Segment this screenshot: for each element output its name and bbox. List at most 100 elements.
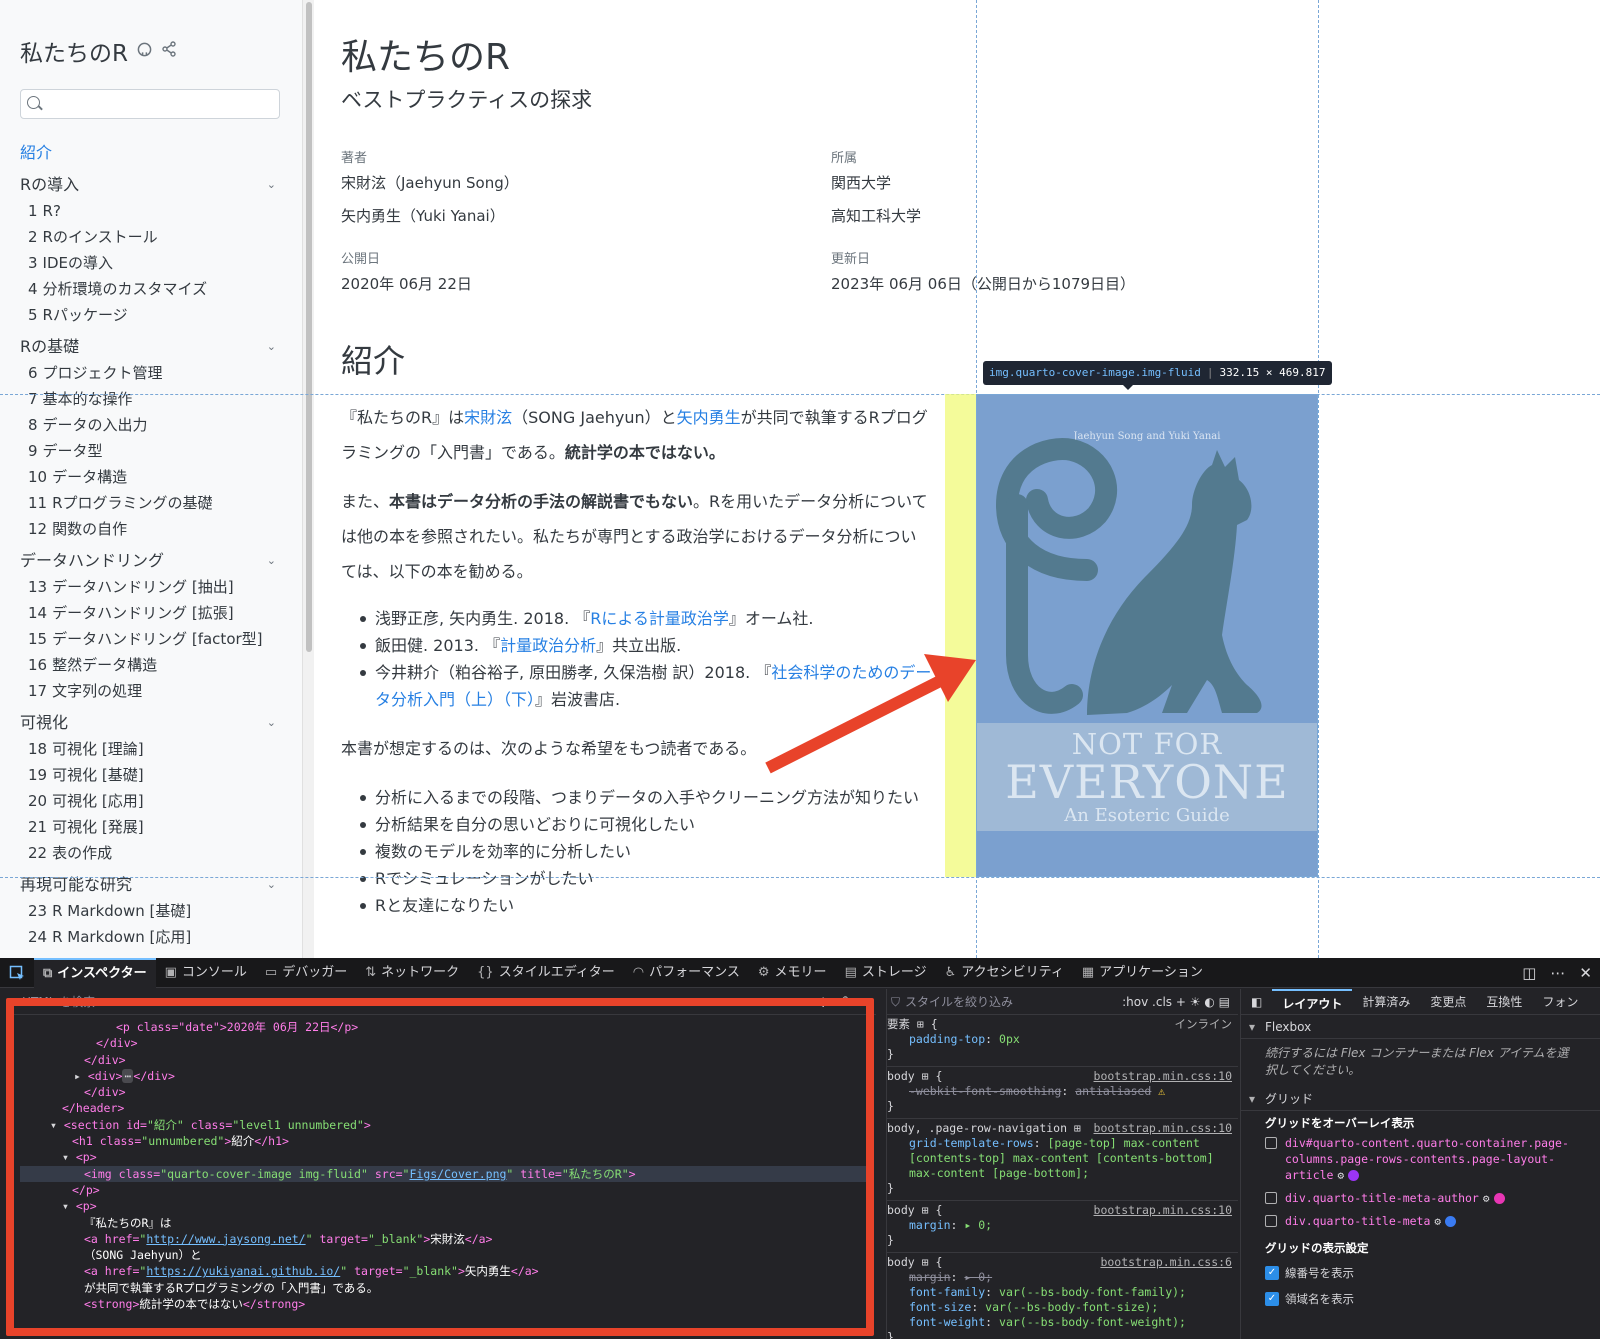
color-swatch[interactable]: [1445, 1216, 1457, 1227]
rule-source-link[interactable]: bootstrap.min.css:10: [1094, 1069, 1232, 1084]
grid-overlay-item[interactable]: div.quarto-title-meta-author ⚙: [1241, 1190, 1600, 1207]
css-rule[interactable]: body ⊞ {bootstrap.min.css:10 margin: ▸ 0;…: [887, 1201, 1238, 1253]
sidebar-section-label[interactable]: Rの導入: [20, 172, 79, 198]
grid-overlay-checkbox[interactable]: [1265, 1137, 1277, 1149]
rules-filter-input[interactable]: ⛉ スタイルを絞り込み :hov .cls + ☀ ◐ ▤: [887, 989, 1238, 1015]
tree-line[interactable]: ▸ <div> ⋯ </div>: [20, 1068, 870, 1084]
grid-overlay-checkbox[interactable]: [1265, 1192, 1277, 1204]
grid-display-option[interactable]: ✓ 領域名を表示: [1241, 1286, 1600, 1312]
expand-icon[interactable]: ▸: [74, 1069, 88, 1083]
sidebar-section-label[interactable]: 再現可能な研究: [20, 872, 132, 898]
sidebar-item[interactable]: 24 R Markdown [応用]: [20, 924, 282, 950]
grid-overlay-item[interactable]: div.quarto-title-meta ⚙: [1241, 1213, 1600, 1230]
tree-line[interactable]: </header>: [20, 1100, 870, 1116]
devtools-tab[interactable]: ⚙ メモリー: [749, 958, 836, 988]
sidebar-item[interactable]: 6 プロジェクト管理: [20, 360, 282, 386]
devtools-tab[interactable]: ▤ ストレージ: [836, 958, 936, 988]
print-media-icon[interactable]: ▤: [1219, 995, 1230, 1009]
sidebar-item[interactable]: 7 基本的な操作: [20, 386, 282, 412]
dark-mode-icon[interactable]: ◐: [1204, 995, 1214, 1009]
add-rule-icon[interactable]: +: [1176, 995, 1186, 1009]
css-declaration[interactable]: font-weight: var(--bs-body-font-weight);: [887, 1315, 1234, 1330]
href-link[interactable]: https://yukiyanai.github.io/: [146, 1264, 340, 1278]
sidebar-item[interactable]: 10 データ構造: [20, 464, 282, 490]
grid-overlay-item[interactable]: div#quarto-content.quarto-container.page…: [1241, 1135, 1600, 1184]
sidebar-section[interactable]: Rの基礎 ⌄: [20, 334, 282, 360]
tree-line[interactable]: <a href="http://www.jaysong.net/" target…: [20, 1231, 870, 1247]
share-icon[interactable]: [161, 41, 177, 61]
link-yanai[interactable]: 矢内勇生: [677, 408, 741, 427]
light-mode-icon[interactable]: ☀: [1190, 995, 1201, 1009]
tree-line[interactable]: （SONG Jaehyun）と: [20, 1247, 870, 1263]
layout-tab[interactable]: 計算済み: [1352, 989, 1420, 1015]
css-declaration[interactable]: grid-template-rows: [page-top] max-conte…: [887, 1136, 1234, 1181]
html-search-input[interactable]: HTML を検索 +✎: [10, 989, 876, 1015]
collapse-icon[interactable]: ▾: [62, 1199, 76, 1213]
checkbox-checked[interactable]: ✓: [1265, 1266, 1279, 1280]
devtools-tab[interactable]: {} スタイルエディター: [468, 958, 624, 988]
rule-source-link[interactable]: bootstrap.min.css:10: [1094, 1203, 1232, 1218]
devtools-tab[interactable]: ▣ コンソール: [156, 958, 256, 988]
tree-line[interactable]: が共同で執筆するRプログラミングの「入門書」である。: [20, 1280, 870, 1296]
gear-icon[interactable]: ⚙: [1483, 1192, 1490, 1205]
tree-line[interactable]: ▾ <section id="紹介" class="level1 unnumbe…: [20, 1117, 870, 1133]
css-rule[interactable]: body ⊞ {bootstrap.min.css:6 margin: ▸ 0; f…: [887, 1253, 1238, 1339]
book-link[interactable]: Rによる計量政治学: [590, 609, 729, 628]
sidebar-item[interactable]: 20 可視化 [応用]: [20, 788, 282, 814]
grid-display-option[interactable]: ✓ 線番号を表示: [1241, 1260, 1600, 1286]
sidebar-item[interactable]: 18 可視化 [理論]: [20, 736, 282, 762]
sidebar-section[interactable]: 可視化 ⌄: [20, 710, 282, 736]
search-input[interactable]: [20, 89, 280, 119]
collapse-icon[interactable]: ▾: [62, 1150, 76, 1164]
cover-image[interactable]: Jaehyun Song and Yuki Yanai NOT FOR EVER…: [976, 394, 1318, 877]
sidebar-item[interactable]: 5 Rパッケージ: [20, 302, 282, 328]
sidebar-item[interactable]: 8 データの入出力: [20, 412, 282, 438]
layout-tab[interactable]: レイアウト: [1272, 988, 1353, 1015]
layout-tab[interactable]: 変更点: [1420, 989, 1476, 1015]
chevron-down-icon[interactable]: ⌄: [267, 710, 276, 736]
tree-line[interactable]: </p>: [20, 1182, 870, 1198]
sidebar-item[interactable]: 22 表の作成: [20, 840, 282, 866]
sidebar-item[interactable]: 3 IDEの導入: [20, 250, 282, 276]
tree-line[interactable]: <p class="date">2020年 06月 22日</p>: [20, 1019, 870, 1035]
css-declaration[interactable]: margin: ▸ 0;: [887, 1218, 1234, 1233]
dock-icon[interactable]: ◫: [1522, 964, 1536, 982]
css-rule[interactable]: body ⊞ {bootstrap.min.css:10 -webkit-font…: [887, 1067, 1238, 1119]
sidebar-scrollbar[interactable]: [302, 0, 314, 958]
checkbox-checked[interactable]: ✓: [1265, 1292, 1279, 1306]
devtools-tab[interactable]: ◠ パフォーマンス: [624, 958, 749, 988]
tree-line[interactable]: </div>: [20, 1052, 870, 1068]
tree-line-selected[interactable]: <img class="quarto-cover-image img-fluid…: [20, 1165, 870, 1182]
close-icon[interactable]: ✕: [1579, 964, 1592, 982]
sidebar-section[interactable]: 再現可能な研究 ⌄: [20, 872, 282, 898]
add-node-icon[interactable]: +: [817, 993, 842, 1011]
gear-icon[interactable]: ⚙: [1434, 1215, 1441, 1228]
sidebar-item[interactable]: 11 Rプログラミングの基礎: [20, 490, 282, 516]
rule-source-link[interactable]: bootstrap.min.css:6: [1100, 1255, 1232, 1270]
sidebar-item[interactable]: 19 可視化 [基礎]: [20, 762, 282, 788]
devtools-tab[interactable]: ▭ デバッガー: [256, 958, 356, 988]
sidebar-item-intro[interactable]: 紹介: [20, 140, 282, 166]
css-rule[interactable]: body, .page-row-navigation ⊞ bootstrap.mi…: [887, 1119, 1238, 1201]
site-title[interactable]: 私たちのR: [20, 34, 177, 68]
tree-line[interactable]: ▾ <p>: [20, 1149, 870, 1165]
more-icon[interactable]: ⋯: [1550, 964, 1565, 982]
sidebar-section[interactable]: Rの導入 ⌄: [20, 172, 282, 198]
devtools-tab[interactable]: ♿ アクセシビリティ: [936, 958, 1073, 988]
css-rule[interactable]: 要素 ⊞ {インライン padding-top: 0px}: [887, 1015, 1238, 1067]
chevron-down-icon[interactable]: ⌄: [267, 872, 276, 898]
eyedropper-icon[interactable]: ✎: [841, 993, 866, 1011]
href-link[interactable]: http://www.jaysong.net/: [146, 1232, 305, 1246]
tree-line[interactable]: </div>: [20, 1084, 870, 1100]
devtools-tab[interactable]: ⧉ インスペクター: [34, 957, 156, 988]
sidebar-item[interactable]: 17 文字列の処理: [20, 678, 282, 704]
css-declaration[interactable]: font-size: var(--bs-body-font-size);: [887, 1300, 1234, 1315]
chevron-down-icon[interactable]: ⌄: [267, 548, 276, 574]
chevron-down-icon[interactable]: ⌄: [267, 334, 276, 360]
sidebar-item[interactable]: 14 データハンドリング [拡張]: [20, 600, 282, 626]
tree-line[interactable]: <strong>統計学の本ではない</strong>: [20, 1296, 870, 1312]
sidebar-scrollbar-thumb[interactable]: [306, 2, 312, 652]
collapse-icon[interactable]: ▾: [50, 1118, 64, 1132]
sidebar-section[interactable]: データハンドリング ⌄: [20, 548, 282, 574]
css-declaration[interactable]: font-family: var(--bs-body-font-family);: [887, 1285, 1234, 1300]
